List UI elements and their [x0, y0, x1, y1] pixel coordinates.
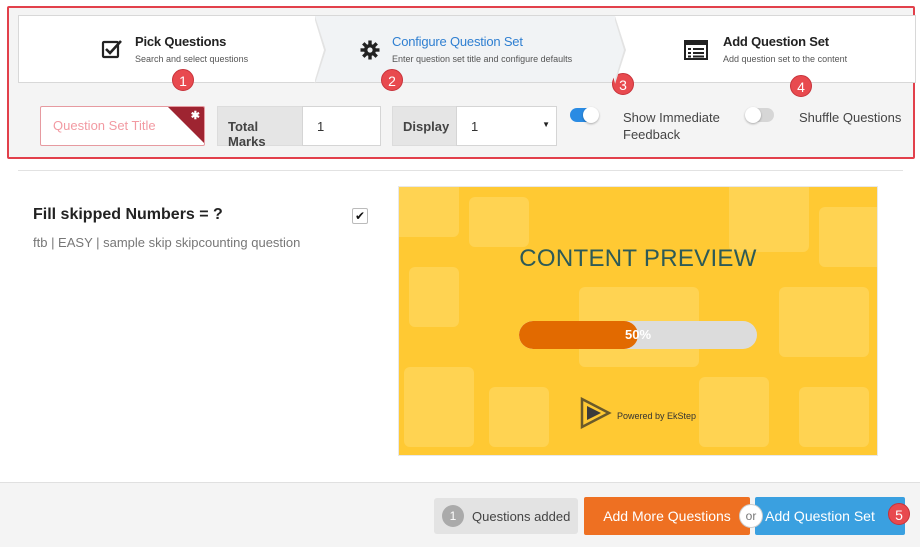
step-title: Configure Question Set: [392, 34, 523, 49]
display-select[interactable]: 1 ▼: [456, 106, 557, 146]
gear-icon: [360, 40, 386, 66]
questions-added-indicator: 1 Questions added: [434, 498, 578, 534]
progress-label: 50%: [624, 327, 652, 342]
divider: [18, 170, 903, 171]
step-subtitle: Search and select questions: [135, 54, 249, 64]
powered-by: Powered by EkStep: [579, 396, 697, 434]
list-icon: [684, 40, 710, 66]
immediate-feedback-label: Show Immediate Feedback: [623, 110, 720, 142]
step-add-question-set[interactable]: Add Question Set Add question set to the…: [615, 16, 915, 82]
total-marks-label: Total Marks: [217, 106, 303, 149]
display-select-value: 1: [471, 119, 479, 134]
immediate-feedback-toggle[interactable]: [570, 107, 599, 123]
add-more-questions-button[interactable]: Add More Questions: [584, 497, 750, 535]
required-asterisk-icon: ✱: [190, 110, 200, 122]
callout-badge: 1: [172, 69, 194, 91]
display-label: Display: [392, 106, 457, 146]
step-configure-question-set[interactable]: Configure Question Set Enter question se…: [315, 16, 626, 84]
progress-bar: 50%: [519, 321, 757, 349]
step-subtitle: Enter question set title and configure d…: [392, 54, 573, 64]
step-subtitle: Add question set to the content: [723, 54, 848, 64]
content-preview: CONTENT PREVIEW 50% Powered by EkStep: [398, 186, 878, 456]
questions-count: 1: [442, 505, 464, 527]
callout-badge: 5: [888, 503, 910, 525]
powered-by-text: Powered by EkStep: [617, 410, 697, 421]
add-question-set-button[interactable]: Add Question Set: [755, 497, 905, 535]
wizard-steps: Pick Questions Search and select questio…: [18, 15, 916, 84]
preview-title: CONTENT PREVIEW: [519, 245, 757, 272]
question-title: Fill skipped Numbers = ?: [33, 206, 223, 223]
question-set-config-panel: Pick Questions Search and select questio…: [7, 6, 916, 160]
title-placeholder: Question Set Title: [53, 118, 156, 133]
question-select-checkbox[interactable]: ✔: [352, 208, 368, 224]
total-marks-input[interactable]: 1: [302, 106, 381, 146]
questions-added-label: Questions added: [472, 508, 571, 524]
step-title: Add Question Set: [723, 34, 829, 49]
checkbox-icon: [101, 38, 127, 64]
footer-bar: 1 Questions added Add More Questions or …: [0, 482, 920, 547]
shuffle-questions-toggle[interactable]: [745, 107, 774, 123]
caret-down-icon: ▼: [542, 120, 550, 129]
config-row: Question Set Title ✱ Total Marks 1 Displ…: [18, 92, 916, 160]
step-title: Pick Questions: [135, 34, 227, 49]
step-pick-questions[interactable]: Pick Questions Search and select questio…: [19, 16, 326, 84]
callout-badge: 4: [790, 75, 812, 97]
shuffle-questions-label: Shuffle Questions: [799, 110, 902, 125]
question-meta: ftb | EASY | sample skip skipcounting qu…: [33, 235, 301, 250]
or-separator: or: [739, 504, 763, 528]
question-set-title-input[interactable]: Question Set Title ✱: [40, 106, 205, 146]
callout-badge: 2: [381, 69, 403, 91]
ekstep-logo-icon: [579, 396, 613, 434]
